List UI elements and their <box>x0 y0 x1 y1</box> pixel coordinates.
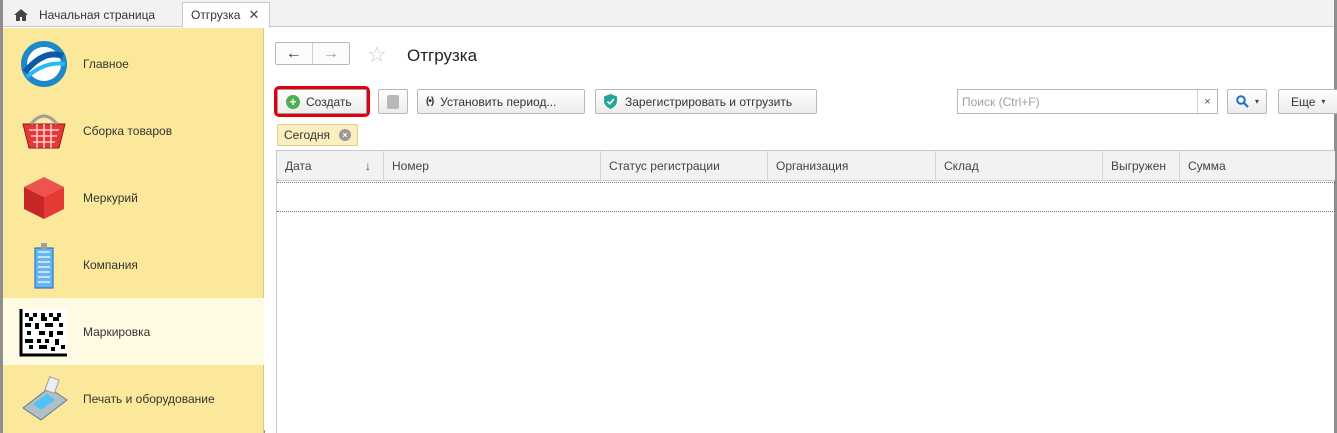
register-and-ship-button[interactable]: Зарегистрировать и отгрузить <box>595 89 817 114</box>
documents-table: Дата ↓ Номер Статус регистрации Организа… <box>276 150 1335 433</box>
column-header-number[interactable]: Номер <box>384 151 601 181</box>
table-header: Дата ↓ Номер Статус регистрации Организа… <box>277 151 1335 181</box>
column-header-organization[interactable]: Организация <box>768 151 936 181</box>
basket-icon <box>22 114 66 148</box>
main-logo-icon <box>21 40 67 87</box>
column-header-label: Дата <box>285 159 312 173</box>
favorite-star-icon[interactable]: ☆ <box>367 42 387 68</box>
clear-search-icon[interactable]: × <box>1197 90 1217 113</box>
sidebar-item-label: Компания <box>83 257 138 272</box>
column-header-label: Статус регистрации <box>609 159 720 173</box>
sidebar-item-marking[interactable]: Маркировка <box>3 298 264 365</box>
main-panel: ← → ☆ Отгрузка + Создать (•) Установить … <box>265 28 1337 433</box>
sidebar: Главное Сборка товаров Меркурий Компания <box>3 28 264 433</box>
search-input[interactable] <box>958 90 1197 113</box>
column-header-registration-status[interactable]: Статус регистрации <box>601 151 768 181</box>
column-header-date[interactable]: Дата ↓ <box>277 151 384 181</box>
sidebar-item-label: Меркурий <box>83 190 138 205</box>
column-header-amount[interactable]: Сумма <box>1180 151 1335 181</box>
filter-chip-label: Сегодня <box>284 128 330 142</box>
chevron-down-icon: ▾ <box>1321 97 1326 106</box>
plus-icon: + <box>286 94 300 109</box>
column-header-label: Склад <box>944 159 979 173</box>
forward-button[interactable]: → <box>313 43 350 64</box>
column-header-warehouse[interactable]: Склад <box>936 151 1103 181</box>
datamatrix-icon <box>19 308 67 356</box>
red-cube-icon <box>24 176 64 219</box>
search-button[interactable]: ▾ <box>1227 89 1267 114</box>
remove-filter-icon[interactable]: × <box>339 129 351 141</box>
home-icon <box>14 8 28 21</box>
set-period-label: Установить период... <box>440 94 557 109</box>
column-header-label: Выгружен <box>1111 159 1167 173</box>
back-button[interactable]: ← <box>276 43 313 64</box>
tab-home[interactable]: Начальная страница <box>13 2 155 27</box>
create-button-label: Создать <box>306 94 352 109</box>
column-header-label: Номер <box>392 159 429 173</box>
search-icon <box>1236 95 1249 108</box>
column-header-exported[interactable]: Выгружен <box>1103 151 1180 181</box>
close-icon[interactable]: ✕ <box>248 7 259 23</box>
sidebar-item-mercury[interactable]: Меркурий <box>3 164 264 231</box>
register-and-ship-label: Зарегистрировать и отгрузить <box>625 94 793 109</box>
tab-bar: Начальная страница Отгрузка ✕ <box>3 0 1334 28</box>
sidebar-item-label: Маркировка <box>83 324 151 339</box>
filter-chip-today[interactable]: Сегодня × <box>277 124 358 146</box>
payment-terminal-icon <box>22 375 68 421</box>
building-icon <box>34 242 54 288</box>
column-header-label: Сумма <box>1188 159 1226 173</box>
tab-home-label: Начальная страница <box>39 7 156 22</box>
sidebar-item-company[interactable]: Компания <box>3 231 264 298</box>
table-row[interactable] <box>277 182 1335 212</box>
chevron-down-icon: ▾ <box>1255 97 1260 106</box>
sidebar-item-printing[interactable]: Печать и оборудование <box>3 365 264 432</box>
sidebar-item-assembly[interactable]: Сборка товаров <box>3 97 264 164</box>
shield-check-icon <box>604 94 617 109</box>
create-button[interactable]: + Создать <box>274 86 370 117</box>
column-header-label: Организация <box>776 159 849 173</box>
sidebar-item-main[interactable]: Главное <box>3 30 264 97</box>
more-button[interactable]: Еще ▾ <box>1278 89 1337 114</box>
copy-button[interactable] <box>378 89 408 114</box>
sidebar-item-label: Сборка товаров <box>83 123 173 138</box>
sidebar-item-label: Главное <box>83 56 129 71</box>
set-period-button[interactable]: (•) Установить период... <box>417 89 585 114</box>
copy-icon <box>387 94 399 109</box>
page-title: Отгрузка <box>407 46 478 65</box>
navigation-buttons: ← → <box>275 42 350 65</box>
tab-shipment[interactable]: Отгрузка ✕ <box>182 2 270 28</box>
sidebar-item-label: Печать и оборудование <box>83 391 215 406</box>
search-box: × <box>957 89 1218 114</box>
more-button-label: Еще <box>1291 94 1316 109</box>
sort-arrow-icon: ↓ <box>365 159 371 173</box>
period-icon: (•) <box>426 96 434 107</box>
tab-shipment-label: Отгрузка <box>191 8 241 22</box>
